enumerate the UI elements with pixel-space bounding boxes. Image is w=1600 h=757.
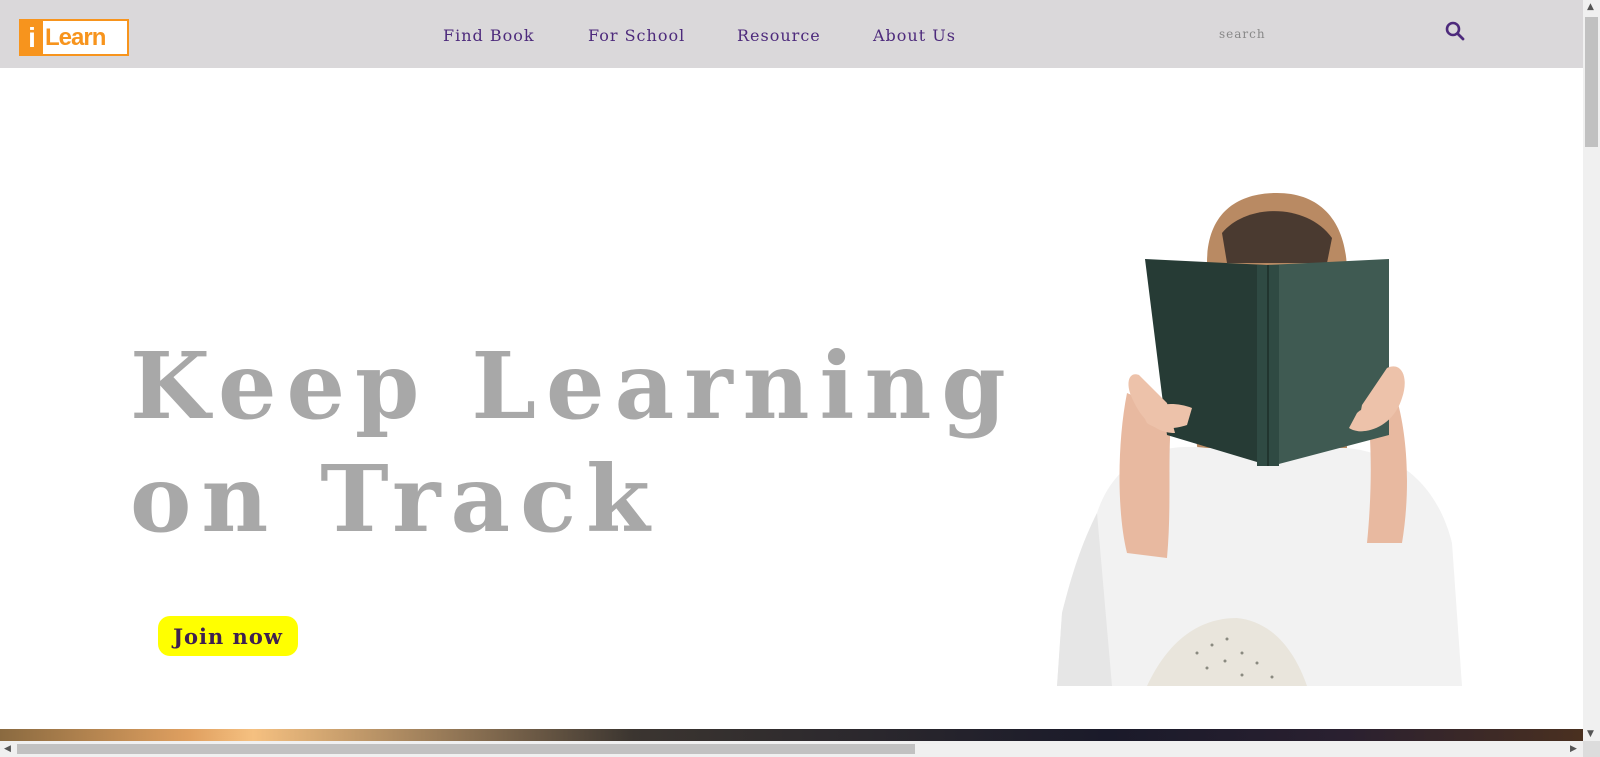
nav-about-us[interactable]: About Us	[873, 26, 956, 45]
search-button[interactable]	[1443, 19, 1467, 43]
scroll-down-icon[interactable]: ▼	[1587, 729, 1594, 739]
vertical-scrollbar[interactable]: ▲ ▼	[1583, 0, 1600, 741]
search-input[interactable]	[1213, 22, 1425, 46]
scrollbar-corner	[1583, 741, 1600, 757]
scroll-left-icon[interactable]: ◀	[4, 744, 11, 754]
woman-reading-book-photo	[1057, 193, 1462, 686]
ilearn-logo[interactable]: i Learn	[19, 19, 129, 56]
nav-for-school[interactable]: For School	[588, 26, 685, 45]
logo-letter-i: i	[21, 21, 43, 54]
horizontal-scrollbar[interactable]: ◀ ▶	[0, 741, 1583, 757]
next-section-banner	[0, 729, 1583, 741]
nav-find-book[interactable]: Find Book	[443, 26, 535, 45]
logo-wordmark: Learn	[43, 21, 127, 54]
hero-title-line1: Keep Learning	[130, 332, 1016, 440]
scroll-up-icon[interactable]: ▲	[1587, 2, 1594, 12]
join-now-button[interactable]: Join now	[158, 616, 298, 656]
hero-title: Keep Learning on Track	[130, 330, 1016, 556]
horizontal-scroll-thumb[interactable]	[17, 744, 915, 754]
hero-title-line2: on Track	[130, 445, 660, 553]
scroll-right-icon[interactable]: ▶	[1570, 744, 1577, 754]
vertical-scroll-thumb[interactable]	[1585, 17, 1598, 147]
top-navbar: i Learn Find Book For School Resource Ab…	[0, 0, 1583, 68]
search-icon	[1445, 21, 1465, 41]
nav-resource[interactable]: Resource	[737, 26, 821, 45]
